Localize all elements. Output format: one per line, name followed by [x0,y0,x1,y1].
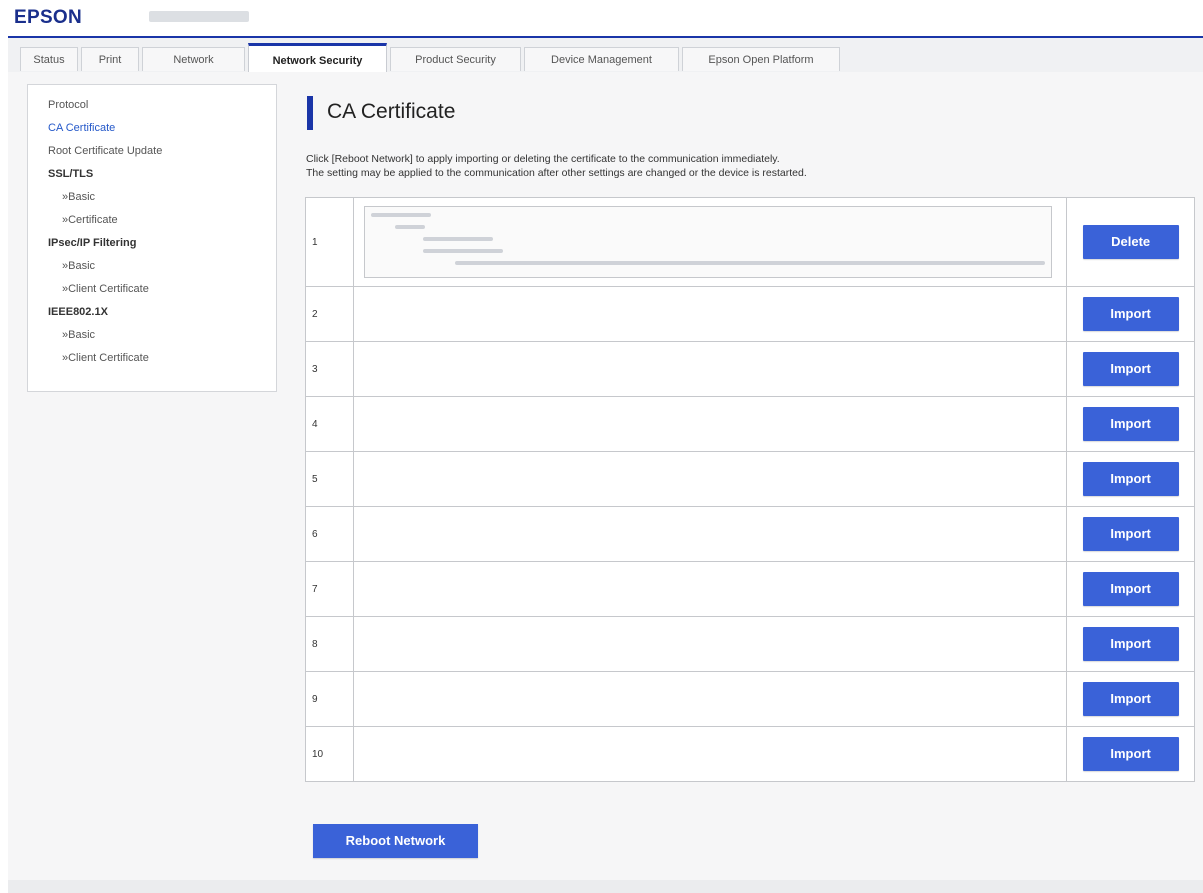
row-number: 10 [305,726,354,782]
model-name-redacted [149,11,249,22]
action-cell: Import [1066,671,1195,727]
sidebar: Protocol CA Certificate Root Certificate… [27,84,277,392]
certificate-text-box[interactable] [363,206,1052,278]
action-cell: Import [1066,561,1195,617]
redacted-text [422,249,503,253]
import-button[interactable]: Import [1082,682,1179,716]
redacted-text [394,225,425,229]
table-row: 1 Delete [305,197,1195,287]
action-cell: Import [1066,286,1195,342]
footer-bar [8,880,1203,893]
sidebar-heading-ipsec: IPsec/IP Filtering [48,237,137,249]
sidebar-item-ipsec-basic[interactable]: »Basic [28,258,276,281]
action-cell: Import [1066,616,1195,672]
tab-product-security[interactable]: Product Security [390,47,521,71]
tab-status[interactable]: Status [20,47,78,71]
certificate-table: 1 Delete 2 Import 3 Import 4 Import 5 Im… [305,197,1195,782]
action-cell: Import [1066,506,1195,562]
page-title: CA Certificate [327,100,456,123]
import-button[interactable]: Import [1082,737,1179,771]
redacted-text [370,213,431,217]
row-number: 7 [305,561,354,617]
import-button[interactable]: Import [1082,627,1179,661]
certificate-cell [352,671,1068,727]
table-row: 3 Import [305,341,1195,397]
sidebar-item-ssl-basic[interactable]: »Basic [28,189,276,212]
sidebar-heading-ssl-tls: SSL/TLS [48,168,94,180]
import-button[interactable]: Import [1082,517,1179,551]
action-cell: Import [1066,726,1195,782]
table-row: 10 Import [305,726,1195,782]
description-line-2: The setting may be applied to the commun… [306,167,807,179]
table-row: 9 Import [305,671,1195,727]
row-number: 3 [305,341,354,397]
sidebar-item-ipsec-client-certificate[interactable]: »Client Certificate [28,281,276,304]
table-row: 8 Import [305,616,1195,672]
import-button[interactable]: Import [1082,462,1179,496]
row-number: 1 [305,197,354,287]
certificate-cell [352,506,1068,562]
table-row: 2 Import [305,286,1195,342]
tab-epson-open-platform[interactable]: Epson Open Platform [682,47,840,71]
import-button[interactable]: Import [1082,572,1179,606]
row-number: 8 [305,616,354,672]
certificate-cell [352,726,1068,782]
import-button[interactable]: Import [1082,297,1179,331]
certificate-cell [352,616,1068,672]
row-number: 4 [305,396,354,452]
redacted-text [422,237,493,241]
action-cell: Import [1066,451,1195,507]
row-number: 5 [305,451,354,507]
certificate-cell [352,561,1068,617]
tab-bar: Status Print Network Network Security Pr… [8,38,1203,73]
certificate-cell [352,451,1068,507]
tab-device-management[interactable]: Device Management [524,47,679,71]
certificate-cell [352,197,1068,287]
sidebar-heading-ieee8021x: IEEE802.1X [48,306,108,318]
row-number: 9 [305,671,354,727]
action-cell: Delete [1066,197,1195,287]
sidebar-item-protocol[interactable]: Protocol [28,97,276,120]
table-row: 7 Import [305,561,1195,617]
title-accent-bar [307,96,313,130]
certificate-cell [352,341,1068,397]
table-row: 4 Import [305,396,1195,452]
row-number: 6 [305,506,354,562]
sidebar-item-root-certificate-update[interactable]: Root Certificate Update [28,143,276,166]
import-button[interactable]: Import [1082,407,1179,441]
sidebar-item-ieee-client-certificate[interactable]: »Client Certificate [28,350,276,373]
description: Click [Reboot Network] to apply importin… [306,152,1186,180]
description-line-1: Click [Reboot Network] to apply importin… [306,153,780,165]
sidebar-item-ssl-certificate[interactable]: »Certificate [28,212,276,235]
certificate-cell [352,396,1068,452]
delete-button[interactable]: Delete [1082,225,1179,259]
certificate-cell [352,286,1068,342]
action-cell: Import [1066,341,1195,397]
sidebar-item-ca-certificate[interactable]: CA Certificate [28,120,276,143]
reboot-network-button[interactable]: Reboot Network [313,824,478,858]
table-row: 6 Import [305,506,1195,562]
tab-network[interactable]: Network [142,47,245,71]
import-button[interactable]: Import [1082,352,1179,386]
tab-print[interactable]: Print [81,47,139,71]
sidebar-item-ieee-basic[interactable]: »Basic [28,327,276,350]
table-row: 5 Import [305,451,1195,507]
redacted-text [454,261,1045,265]
epson-logo: EPSON [14,7,83,28]
action-cell: Import [1066,396,1195,452]
row-number: 2 [305,286,354,342]
tab-network-security[interactable]: Network Security [248,43,387,72]
header: EPSON [0,0,1203,38]
